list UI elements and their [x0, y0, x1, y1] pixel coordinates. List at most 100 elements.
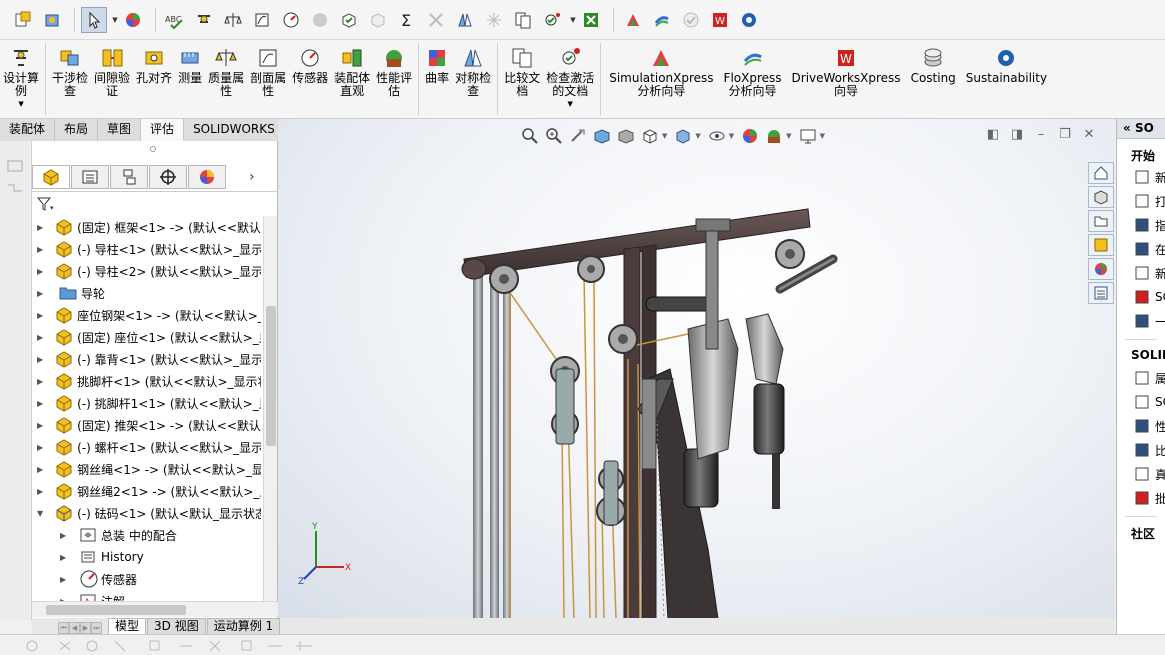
- task-pane-item[interactable]: 新: [1117, 261, 1165, 285]
- select-icon[interactable]: [81, 6, 107, 33]
- collapsed-arrow-icon[interactable]: ▶: [37, 399, 43, 408]
- sensor-icon[interactable]: [278, 7, 304, 33]
- tree-item[interactable]: ▶ 钢丝绳2<1> -> (默认<<默认>_显: [32, 480, 261, 502]
- appearances-scenes-icon[interactable]: [1088, 258, 1114, 280]
- tree-vertical-scrollbar[interactable]: [263, 216, 277, 611]
- tree-item[interactable]: ▶ 传感器: [32, 568, 261, 590]
- task-pane-item[interactable]: 打: [1117, 189, 1165, 213]
- collapsed-arrow-icon[interactable]: ▶: [60, 531, 70, 540]
- tree-item[interactable]: ▶ (-) 靠背<1> (默认<<默认>_显示状: [32, 348, 261, 370]
- command-tab-3[interactable]: 评估: [141, 119, 185, 141]
- collapsed-arrow-icon[interactable]: ▶: [37, 487, 43, 496]
- configurationmanager-tab[interactable]: [110, 165, 148, 189]
- tree-filter[interactable]: ▾: [32, 191, 278, 215]
- interference-disabled-icon[interactable]: [423, 7, 449, 33]
- collapsed-arrow-icon[interactable]: ▶: [37, 267, 43, 276]
- model-render[interactable]: Y X Z: [278, 119, 1115, 619]
- collapsed-arrow-icon[interactable]: ▶: [60, 553, 70, 562]
- ribbon-mass-properties-button[interactable]: 质量属 性: [205, 43, 247, 98]
- tree-item[interactable]: ▶ (固定) 框架<1> -> (默认<<默认>_: [32, 216, 261, 238]
- mass-properties-icon[interactable]: [220, 7, 246, 33]
- compare-documents-icon[interactable]: [510, 7, 536, 33]
- home-icon[interactable]: [1088, 162, 1114, 184]
- ribbon-curvature-button[interactable]: 曲率: [422, 43, 452, 85]
- chevron-right-icon[interactable]: ›: [249, 169, 255, 185]
- design-study-icon[interactable]: [191, 7, 217, 33]
- ribbon-compare-documents-button[interactable]: 比较文 档: [501, 43, 543, 98]
- check-icon[interactable]: [336, 7, 362, 33]
- first-tab-icon[interactable]: ⏮: [58, 622, 69, 634]
- assembly-visualization-icon[interactable]: [307, 7, 333, 33]
- collapsed-arrow-icon[interactable]: ▶: [37, 465, 43, 474]
- tree-item[interactable]: ▶ 总装 中的配合: [32, 524, 261, 546]
- task-pane-item[interactable]: 在: [1117, 237, 1165, 261]
- ribbon-measure-button[interactable]: 测量: [175, 43, 205, 85]
- collapse-icon[interactable]: «: [1123, 121, 1131, 135]
- rebuild-icon[interactable]: [39, 7, 65, 33]
- bottom-tab-0[interactable]: 模型: [108, 618, 147, 634]
- tree-item[interactable]: ▶ (-) 导柱<2> (默认<<默认>_显示状: [32, 260, 261, 282]
- sustainability-icon[interactable]: [736, 7, 762, 33]
- ribbon-performance-evaluation-button[interactable]: 性能评 估: [373, 43, 415, 98]
- ribbon-simulationxpress-button[interactable]: SimulationXpress 分析向导: [604, 43, 718, 98]
- ribbon-section-properties-button[interactable]: 剖面属 性: [247, 43, 289, 98]
- ribbon-sustainability-button[interactable]: Sustainability: [961, 43, 1052, 85]
- ribbon-driveworksxpress-button[interactable]: W DriveWorksXpress 向导: [787, 43, 906, 98]
- appearance-icon[interactable]: [120, 7, 146, 33]
- tree-item[interactable]: ▶A注解: [32, 590, 261, 601]
- ribbon-sensor-button[interactable]: 传感器: [289, 43, 331, 85]
- bottom-tab-1[interactable]: 3D 视图: [147, 618, 206, 634]
- tree-item[interactable]: ▶ 导轮: [32, 282, 261, 304]
- tree-item[interactable]: ▶ 钢丝绳<1> -> (默认<<默认>_显示: [32, 458, 261, 480]
- file-explorer-icon[interactable]: [1088, 210, 1114, 232]
- collapsed-arrow-icon[interactable]: ▶: [37, 245, 43, 254]
- check-circle-disabled-icon[interactable]: [678, 7, 704, 33]
- collapsed-arrow-icon[interactable]: ▶: [37, 289, 47, 298]
- symmetry-check-icon[interactable]: [452, 7, 478, 33]
- task-pane-item[interactable]: 批: [1117, 486, 1165, 510]
- ribbon-hole-alignment-button[interactable]: 孔对齐: [133, 43, 175, 85]
- tree-item[interactable]: ▶ (-) 导柱<1> (默认<<默认>_显示状: [32, 238, 261, 260]
- featuremanager-tree-tab[interactable]: [32, 165, 70, 189]
- dropdown-arrow-icon[interactable]: ▼: [568, 100, 573, 108]
- tree-item[interactable]: ▼ (-) 砝码<1> (默认<默认_显示状态: [32, 502, 261, 524]
- collapsed-arrow-icon[interactable]: ▶: [60, 575, 70, 584]
- displaymanager-tab[interactable]: [188, 165, 226, 189]
- select-component-icon[interactable]: [10, 7, 36, 33]
- collapsed-arrow-icon[interactable]: ▶: [37, 311, 43, 320]
- section-properties-icon[interactable]: [249, 7, 275, 33]
- previous-tab-icon[interactable]: ◀: [69, 622, 80, 634]
- expanded-arrow-icon[interactable]: ▼: [37, 509, 43, 518]
- collapsed-arrow-icon[interactable]: ▶: [37, 223, 43, 232]
- ribbon-symmetry-check-button[interactable]: 对称检 查: [452, 43, 494, 98]
- custom-properties-icon[interactable]: [1088, 282, 1114, 304]
- task-pane-item[interactable]: 属: [1117, 366, 1165, 390]
- command-tab-0[interactable]: 装配体: [0, 119, 56, 141]
- scrollbar-thumb[interactable]: [266, 306, 276, 446]
- spell-check-icon[interactable]: ABC: [162, 7, 188, 33]
- ribbon-design-study-button[interactable]: 设计算 例 ▼: [0, 43, 42, 108]
- dimxpertmanager-tab[interactable]: [149, 165, 187, 189]
- simulationxpress-icon[interactable]: [620, 7, 646, 33]
- task-pane-item[interactable]: 一: [1117, 309, 1165, 333]
- check-disabled-icon[interactable]: [365, 7, 391, 33]
- collapsed-arrow-icon[interactable]: ▶: [37, 421, 43, 430]
- tree-item[interactable]: ▶ (固定) 座位<1> (默认<<默认>_显: [32, 326, 261, 348]
- ribbon-interference-detection-button[interactable]: 干涉检 查: [49, 43, 91, 98]
- tree-item[interactable]: ▶ History: [32, 546, 261, 568]
- collapsed-arrow-icon[interactable]: ▶: [37, 355, 43, 364]
- task-pane-item[interactable]: 指: [1117, 213, 1165, 237]
- last-tab-icon[interactable]: ⏭: [91, 622, 102, 634]
- next-tab-icon[interactable]: ▶: [80, 622, 91, 634]
- dropdown-arrow-icon[interactable]: ▼: [18, 100, 23, 108]
- excel-icon[interactable]: [578, 7, 604, 33]
- tree-horizontal-scrollbar[interactable]: [32, 601, 278, 617]
- ribbon-clearance-verification-button[interactable]: 间隙验 证: [91, 43, 133, 98]
- collapsed-arrow-icon[interactable]: ▶: [37, 443, 43, 452]
- ribbon-check-active-document-button[interactable]: 检查激活 的文档 ▼: [543, 43, 597, 108]
- propertymanager-tab[interactable]: [71, 165, 109, 189]
- graphics-area[interactable]: ▼ ▼ ▼ ▼ ▼ ◧ ◨ – ❐ ✕ Y X Z: [278, 119, 1115, 619]
- tree-item[interactable]: ▶ 挑脚杆<1> (默认<<默认>_显示状: [32, 370, 261, 392]
- command-tab-2[interactable]: 草图: [98, 119, 142, 141]
- ribbon-assembly-visualization-button[interactable]: 装配体 直观: [331, 43, 373, 98]
